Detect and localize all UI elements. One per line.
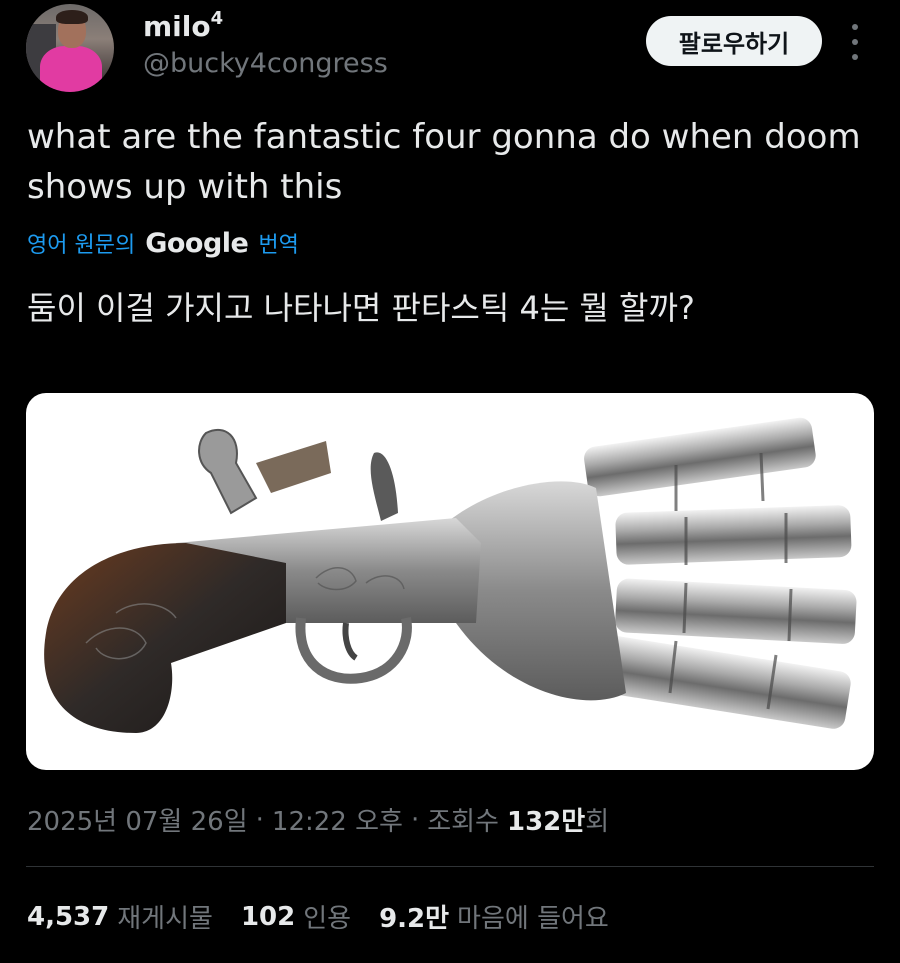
views-suffix: 회 [585, 807, 610, 837]
follow-button[interactable]: 팔로우하기 [646, 16, 822, 66]
avatar-shirt [40, 46, 102, 92]
retweets-count[interactable]: 4,537 [27, 902, 109, 932]
meta-separator: · [255, 804, 264, 835]
likes-count[interactable]: 9.2만 [379, 898, 449, 935]
pistol-grip [44, 543, 286, 733]
meta-separator: · [410, 804, 420, 835]
tweet-time[interactable]: 12:22 오후 [272, 801, 403, 838]
engagement-stats: 4,537 재게시물 102 인용 9.2만 마음에 들어요 [27, 898, 637, 935]
tweet-text: what are the fantastic four gonna do whe… [27, 117, 861, 207]
tweet-meta-row: 2025년 07월 26일 · 12:22 오후 · 조회수 132만 회 [27, 801, 609, 838]
safety-lever [370, 452, 398, 521]
author-handle[interactable]: @bucky4congress [143, 48, 388, 79]
author-avatar[interactable] [26, 4, 114, 92]
more-options-icon[interactable] [843, 24, 867, 60]
translate-suffix: 번역 [258, 233, 299, 258]
translated-tweet-text: 둠이 이걸 가지고 나타나면 판타스틱 4는 뭘 할까? [27, 289, 695, 327]
views-label: 조회수 [427, 807, 499, 837]
avatar-hair [56, 10, 88, 24]
flintlock-pistol-image [44, 417, 857, 733]
more-dot [852, 24, 858, 30]
frizzen [256, 441, 331, 493]
likes-label[interactable]: 마음에 들어요 [457, 898, 609, 935]
retweets-label[interactable]: 재게시물 [117, 898, 213, 935]
author-display-name[interactable]: milo4 [143, 8, 223, 43]
display-name-text: milo [143, 10, 211, 43]
hammer [198, 428, 258, 515]
display-name-superscript: 4 [210, 8, 224, 29]
more-dot [852, 54, 858, 60]
divider [26, 866, 874, 867]
translate-prefix: 영어 원문의 [27, 233, 136, 258]
trigger [342, 622, 358, 661]
google-logo: Google [145, 227, 249, 259]
more-dot [852, 39, 858, 45]
tweet-date[interactable]: 2025년 07월 26일 [27, 801, 248, 838]
translation-attribution[interactable]: 영어 원문의 Google 번역 [27, 227, 299, 259]
trigger-guard [295, 617, 412, 684]
quotes-count[interactable]: 102 [241, 902, 295, 932]
tweet-detail-page: milo4 @bucky4congress 팔로우하기 what are the… [0, 0, 900, 963]
tweet-media-image[interactable] [26, 393, 874, 770]
views-count: 132만 [506, 807, 586, 837]
quotes-label[interactable]: 인용 [303, 898, 351, 935]
